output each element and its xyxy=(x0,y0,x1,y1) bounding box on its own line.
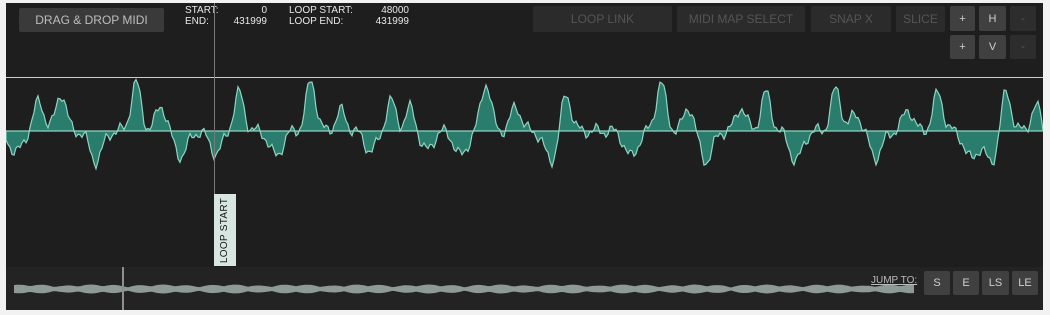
overview-waveform xyxy=(14,284,914,294)
jump-start-button[interactable]: S xyxy=(924,271,950,295)
waveform xyxy=(6,78,1043,171)
jump-loop-start-button[interactable]: LS xyxy=(982,271,1009,295)
waveform-display[interactable] xyxy=(6,3,1043,310)
loop-start-marker-label: LOOP START xyxy=(219,197,231,263)
jump-loop-end-button[interactable]: LE xyxy=(1012,271,1038,295)
jump-to-label: JUMP TO: xyxy=(871,275,918,286)
jump-end-button[interactable]: E xyxy=(953,271,979,295)
sample-editor: DRAG & DROP MIDI START: 0 END: 431999 LO… xyxy=(6,3,1043,310)
overview-position-cursor[interactable] xyxy=(122,267,124,310)
loop-start-marker[interactable]: LOOP START xyxy=(214,194,236,266)
